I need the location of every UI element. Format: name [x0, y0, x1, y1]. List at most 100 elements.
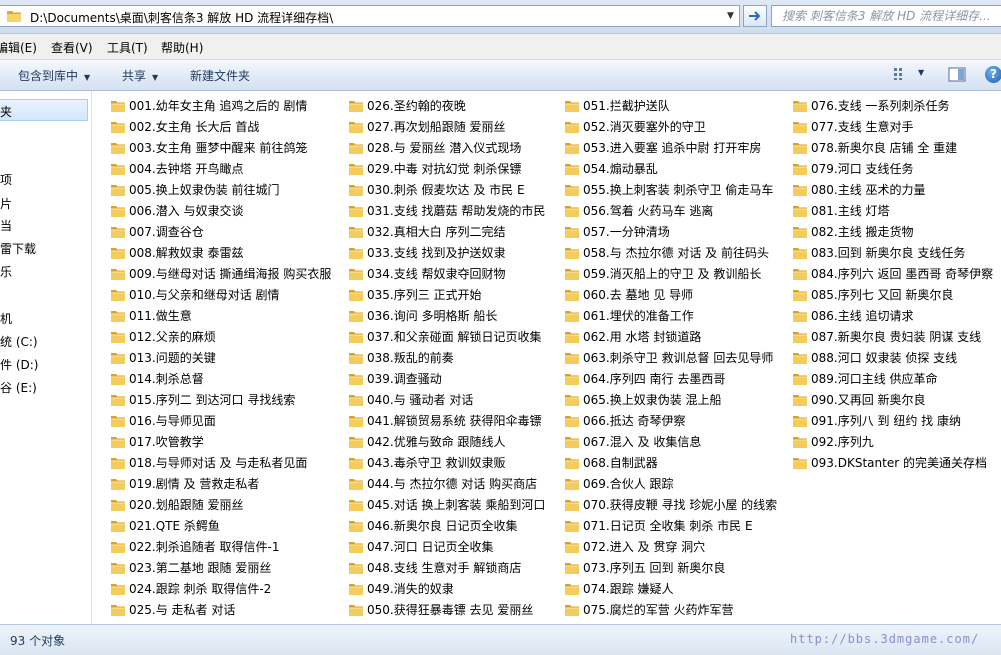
folder-item[interactable]: 043.毒杀守卫 救训奴隶贩: [348, 452, 506, 473]
folder-item[interactable]: 033.支线 找到及护送奴隶: [348, 242, 506, 263]
folder-item[interactable]: 092.序列九: [792, 431, 874, 452]
help-icon[interactable]: ?: [985, 66, 1001, 83]
folder-item[interactable]: 010.与父亲和继母对话 剧情: [110, 284, 280, 305]
folder-item[interactable]: 060.去 墓地 见 导师: [564, 284, 693, 305]
folder-item[interactable]: 015.序列二 到达河口 寻找线索: [110, 389, 295, 410]
folder-item[interactable]: 029.中毒 对抗幻觉 刺杀保镖: [348, 158, 521, 179]
folder-item[interactable]: 070.获得皮鞭 寻找 珍妮小屋 的线索: [564, 494, 777, 515]
folder-item[interactable]: 044.与 杰拉尔德 对话 购买商店: [348, 473, 537, 494]
folder-item[interactable]: 071.日记页 全收集 刺杀 市民 E: [564, 515, 753, 536]
folder-item[interactable]: 032.真相大白 序列二完结: [348, 221, 506, 242]
menu-help[interactable]: 帮助(H): [161, 39, 203, 56]
folder-item[interactable]: 077.支线 生意对手: [792, 116, 914, 137]
folder-item[interactable]: 089.河口主线 供应革命: [792, 368, 938, 389]
folder-item[interactable]: 006.潜入 与奴隶交谈: [110, 200, 244, 221]
folder-item[interactable]: 072.进入 及 贯穿 洞穴: [564, 536, 705, 557]
folder-item[interactable]: 069.合伙人 跟踪: [564, 473, 674, 494]
folder-item[interactable]: 058.与 杰拉尔德 对话 及 前往码头: [564, 242, 769, 263]
folder-item[interactable]: 065.换上奴隶伪装 混上船: [564, 389, 722, 410]
folder-item[interactable]: 002.女主角 长大后 首战: [110, 116, 259, 137]
folder-item[interactable]: 046.新奥尔良 日记页全收集: [348, 515, 518, 536]
folder-item[interactable]: 078.新奥尔良 店铺 全 重建: [792, 137, 957, 158]
folder-item[interactable]: 050.获得狂暴毒镖 去见 爱丽丝: [348, 599, 533, 620]
include-library-button[interactable]: 包含到库中 ▼: [18, 67, 90, 84]
nav-item-videos[interactable]: 项: [0, 171, 12, 188]
folder-item[interactable]: 054.煽动暴乱: [564, 158, 658, 179]
folder-item[interactable]: 063.刺杀守卫 救训总督 回去见导师: [564, 347, 773, 368]
folder-item[interactable]: 016.与导师见面: [110, 410, 216, 431]
folder-item[interactable]: 062.用 水塔 封锁道路: [564, 326, 701, 347]
nav-item-drive-c[interactable]: 统 (C:): [0, 333, 38, 350]
folder-item[interactable]: 023.第二基地 跟随 爱丽丝: [110, 557, 271, 578]
folder-item[interactable]: 001.幼年女主角 追鸡之后的 剧情: [110, 95, 307, 116]
folder-item[interactable]: 090.又再回 新奥尔良: [792, 389, 926, 410]
search-input[interactable]: [782, 8, 997, 24]
folder-item[interactable]: 091.序列八 到 纽约 找 康纳: [792, 410, 961, 431]
folder-item[interactable]: 005.换上奴隶伪装 前往城门: [110, 179, 280, 200]
folder-item[interactable]: 014.刺杀总督: [110, 368, 204, 389]
folder-item[interactable]: 030.刺杀 假麦坎达 及 市民 E: [348, 179, 525, 200]
address-dropdown-icon[interactable]: ▼: [722, 6, 739, 26]
folder-item[interactable]: 018.与导师对话 及 与走私者见面: [110, 452, 307, 473]
menu-edit[interactable]: 编辑(E): [0, 39, 37, 56]
folder-item[interactable]: 035.序列三 正式开始: [348, 284, 482, 305]
folder-item[interactable]: 053.进入要塞 追杀中尉 打开牢房: [564, 137, 761, 158]
folder-item[interactable]: 073.序列五 回到 新奥尔良: [564, 557, 725, 578]
folder-item[interactable]: 080.主线 巫术的力量: [792, 179, 926, 200]
folder-item[interactable]: 034.支线 帮奴隶夺回财物: [348, 263, 506, 284]
folder-item[interactable]: 040.与 骚动者 对话: [348, 389, 473, 410]
folder-item[interactable]: 052.消灭要塞外的守卫: [564, 116, 706, 137]
folder-item[interactable]: 087.新奥尔良 贵妇装 阴谋 支线: [792, 326, 981, 347]
folder-item[interactable]: 056.驾着 火药马车 逃离: [564, 200, 713, 221]
folder-item[interactable]: 012.父亲的麻烦: [110, 326, 216, 347]
go-button[interactable]: [743, 5, 767, 27]
new-folder-button[interactable]: 新建文件夹: [190, 67, 250, 84]
folder-item[interactable]: 048.支线 生意对手 解锁商店: [348, 557, 521, 578]
folder-item[interactable]: 020.划船跟随 爱丽丝: [110, 494, 244, 515]
view-options-icon[interactable]: [893, 67, 911, 81]
folder-item[interactable]: 068.自制武器: [564, 452, 658, 473]
nav-item-computer[interactable]: 机: [0, 310, 12, 327]
folder-item[interactable]: 085.序列七 又回 新奥尔良: [792, 284, 953, 305]
folder-item[interactable]: 038.叛乱的前奏: [348, 347, 454, 368]
preview-pane-icon[interactable]: [948, 67, 966, 82]
folder-item[interactable]: 017.吹管教学: [110, 431, 204, 452]
folder-item[interactable]: 024.跟踪 刺杀 取得信件-2: [110, 578, 271, 599]
menu-tools[interactable]: 工具(T): [107, 39, 148, 56]
folder-item[interactable]: 086.主线 追切请求: [792, 305, 914, 326]
folder-item[interactable]: 028.与 爱丽丝 潜入仪式现场: [348, 137, 521, 158]
folder-item[interactable]: 075.腐烂的军营 火药炸军营: [564, 599, 734, 620]
folder-item[interactable]: 039.调查骚动: [348, 368, 442, 389]
nav-item-favorites[interactable]: 夹: [0, 103, 12, 120]
nav-item-drive-e[interactable]: 谷 (E:): [0, 379, 37, 396]
folder-item[interactable]: 079.河口 支线任务: [792, 158, 914, 179]
folder-item[interactable]: 093.DKStanter 的完美通关存档: [792, 452, 987, 473]
folder-item[interactable]: 031.支线 找蘑菇 帮助发烧的市民: [348, 200, 545, 221]
nav-item-music[interactable]: 乐: [0, 263, 12, 280]
address-bar[interactable]: D:\Documents\桌面\刺客信条3 解放 HD 流程详细存档\ ▼: [0, 5, 740, 27]
folder-item[interactable]: 022.刺杀追随者 取得信件-1: [110, 536, 280, 557]
folder-item[interactable]: 007.调查谷仓: [110, 221, 204, 242]
folder-item[interactable]: 051.拦截护送队: [564, 95, 670, 116]
folder-item[interactable]: 045.对话 换上刺客装 乘船到河口: [348, 494, 545, 515]
folder-item[interactable]: 042.优雅与致命 跟随线人: [348, 431, 506, 452]
folder-item[interactable]: 009.与继母对话 撕通缉海报 购买衣服: [110, 263, 331, 284]
menu-view[interactable]: 查看(V): [51, 39, 93, 56]
folder-item[interactable]: 027.再次划船跟随 爱丽丝: [348, 116, 506, 137]
folder-item[interactable]: 088.河口 奴隶装 侦探 支线: [792, 347, 957, 368]
folder-item[interactable]: 041.解锁贸易系统 获得阳伞毒镖: [348, 410, 542, 431]
folder-item[interactable]: 037.和父亲碰面 解锁日记页收集: [348, 326, 542, 347]
folder-item[interactable]: 064.序列四 南行 去墨西哥: [564, 368, 725, 389]
search-box[interactable]: [771, 5, 1001, 27]
folder-item[interactable]: 036.询问 多明格斯 船长: [348, 305, 497, 326]
chevron-down-icon[interactable]: ▼: [918, 68, 924, 77]
folder-item[interactable]: 074.跟踪 嫌疑人: [564, 578, 674, 599]
folder-item[interactable]: 081.主线 灯塔: [792, 200, 890, 221]
folder-item[interactable]: 011.做生意: [110, 305, 192, 326]
address-path[interactable]: D:\Documents\桌面\刺客信条3 解放 HD 流程详细存档\: [30, 9, 720, 26]
folder-item[interactable]: 055.换上刺客装 刺杀守卫 偷走马车: [564, 179, 773, 200]
folder-item[interactable]: 076.支线 一系列刺杀任务: [792, 95, 950, 116]
folder-item[interactable]: 082.主线 搬走货物: [792, 221, 914, 242]
folder-item[interactable]: 026.圣约翰的夜晚: [348, 95, 466, 116]
nav-item-drive-d[interactable]: 件 (D:): [0, 356, 38, 373]
